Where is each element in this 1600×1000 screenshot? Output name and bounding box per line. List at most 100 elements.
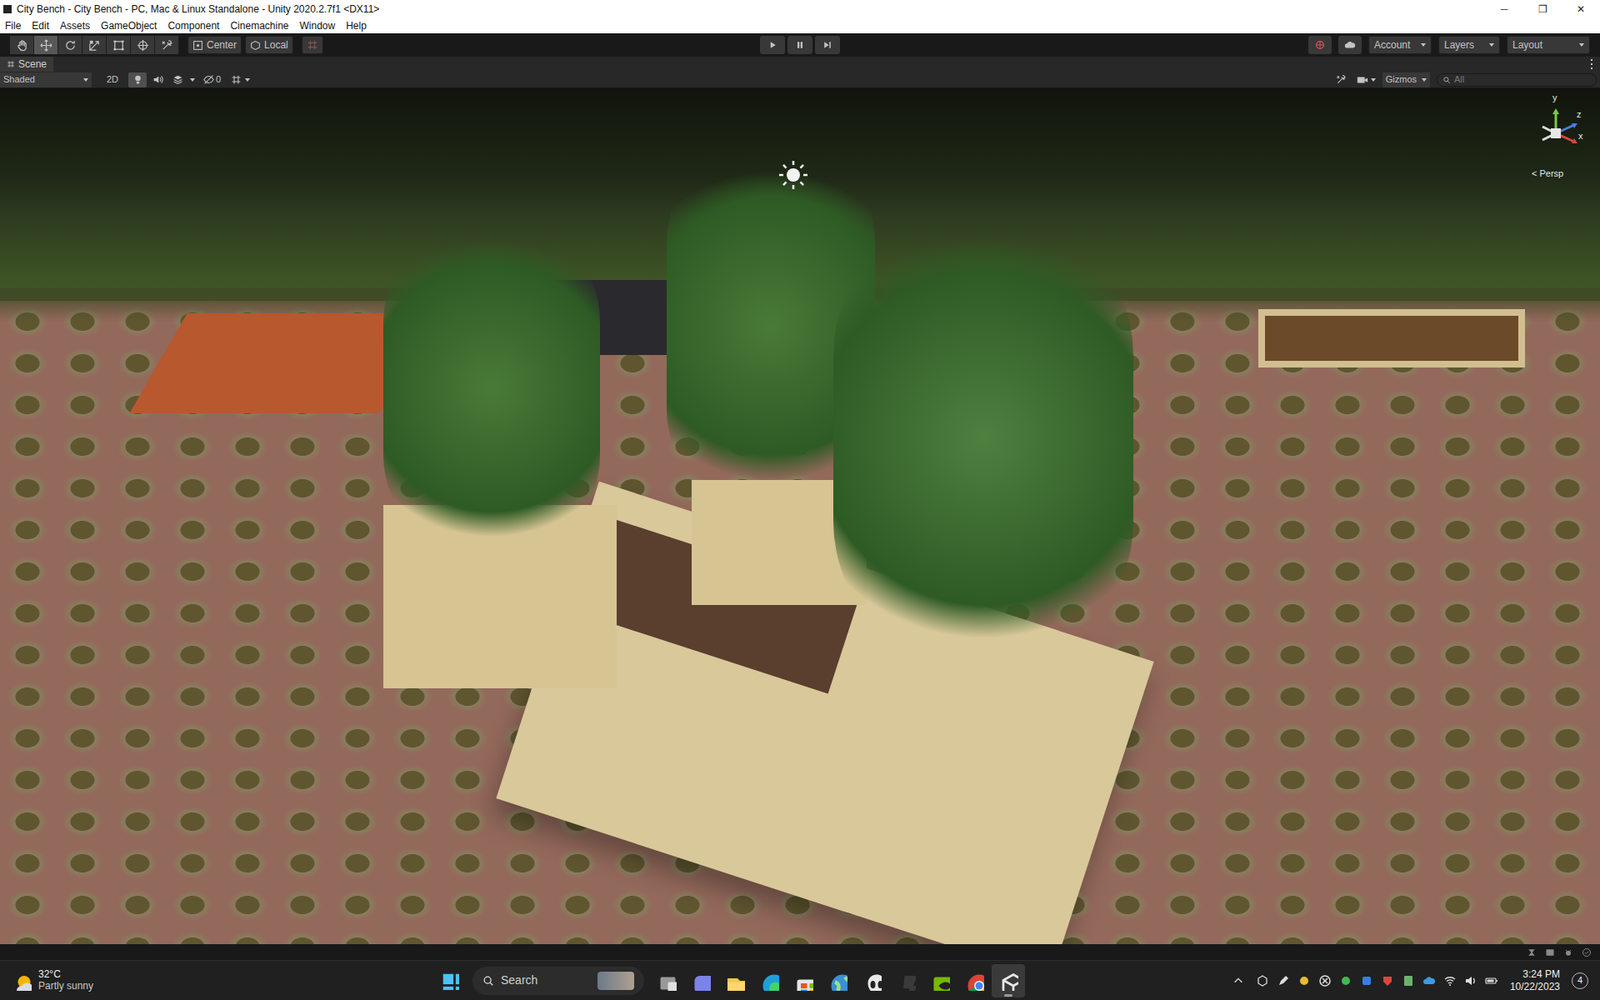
unity-app-button[interactable]: [991, 964, 1025, 998]
scene-viewport[interactable]: yzx< Persp: [0, 88, 1600, 945]
rect-tool-button[interactable]: [106, 35, 131, 55]
explorer-icon: [725, 970, 745, 991]
cloud-button[interactable]: [1338, 35, 1362, 55]
account-dropdown[interactable]: Account: [1368, 35, 1432, 55]
rotate-tool-button[interactable]: [58, 35, 83, 55]
weather-widget[interactable]: 32°CPartly sunny: [11, 969, 262, 993]
main-toolbar: CenterLocal Account Layers Layout: [0, 33, 1600, 57]
taskbar-right: 3:24 PM10/22/2023 4: [1196, 968, 1589, 993]
play-button[interactable]: [760, 35, 785, 55]
center-pivot-button[interactable]: Center: [187, 35, 242, 55]
camera-button[interactable]: [1356, 72, 1376, 88]
battery-tray-icon: [1485, 974, 1499, 988]
custom-tool-button[interactable]: [155, 35, 180, 55]
title-bar: City Bench - City Bench - PC, Mac & Linu…: [0, 0, 1600, 19]
hidden-objects-toggle[interactable]: 0: [203, 72, 221, 88]
start-button[interactable]: [433, 964, 467, 998]
weather-icon: [11, 970, 32, 991]
axis-label: x: [1578, 131, 1584, 141]
light-gizmo-icon: [775, 156, 812, 194]
step-icon: [822, 40, 833, 50]
store-app-button[interactable]: [786, 964, 820, 998]
tray-chevron-icon[interactable]: [1232, 975, 1245, 987]
notes-tray-icon: [1401, 974, 1415, 988]
tools-button[interactable]: [1333, 72, 1350, 88]
tab-menu-icon[interactable]: [1590, 59, 1594, 70]
pause-button[interactable]: [787, 35, 813, 55]
status-bar: [0, 944, 1600, 960]
menu-item[interactable]: Cinemachine: [230, 20, 289, 31]
camera-icon: [1356, 74, 1369, 86]
menu-item[interactable]: Component: [167, 20, 220, 31]
globe-icon: [827, 970, 848, 991]
teams-icon: [690, 970, 711, 991]
transform-tool-button[interactable]: [130, 35, 155, 55]
clock[interactable]: 3:24 PM10/22/2023: [1510, 968, 1560, 993]
ghost-app-button[interactable]: [855, 964, 889, 998]
minimize-button[interactable]: ─: [1485, 0, 1524, 19]
taskview-icon: [656, 970, 677, 991]
speaker-tray-icon: [1464, 974, 1478, 988]
menu-item[interactable]: Help: [345, 20, 367, 31]
scene-toolbar: Shaded 2D 0 Gizmos: [0, 71, 1600, 89]
menu-item[interactable]: GameObject: [100, 20, 157, 31]
store-icon: [793, 970, 814, 991]
taskbar: 32°CPartly sunny Search 3:24 PM10/22/2023 4: [0, 960, 1600, 1000]
dropdown-arrow-icon: [1421, 78, 1427, 82]
audio-icon: [152, 74, 164, 85]
menu-item[interactable]: Assets: [60, 20, 90, 31]
sand: [1265, 315, 1519, 361]
layout-dropdown[interactable]: Layout: [1506, 35, 1590, 55]
projection-label[interactable]: < Persp: [1531, 166, 1564, 181]
globe-app-button[interactable]: [820, 964, 855, 998]
lighting-toggle[interactable]: [128, 72, 147, 88]
step-button[interactable]: [815, 35, 840, 55]
hierarchy-search[interactable]: [1436, 73, 1597, 87]
teams-app-button[interactable]: [684, 964, 718, 998]
menu-item[interactable]: Window: [300, 20, 336, 31]
effects-toggle[interactable]: [168, 72, 187, 88]
grid-toggle[interactable]: [230, 72, 250, 88]
pen-tray-icon: [1276, 974, 1290, 988]
dropdown-arrow-icon: [1370, 78, 1376, 82]
taskview-app-button[interactable]: [650, 964, 684, 998]
close-button[interactable]: ✕: [1561, 0, 1600, 19]
taskbar-center: Search: [433, 964, 1025, 998]
2d-toggle[interactable]: 2D: [103, 72, 122, 88]
collab-icon: [1314, 39, 1326, 51]
gizmos-dropdown[interactable]: Gizmos: [1382, 72, 1430, 88]
shading-dropdown[interactable]: Shaded: [0, 72, 92, 88]
blue-tray-icon: [1360, 974, 1374, 988]
nvidia-app-button[interactable]: [923, 964, 957, 998]
debug-icon: [1563, 947, 1574, 958]
move-tool-button[interactable]: [34, 35, 59, 55]
layers-dropdown[interactable]: Layers: [1438, 35, 1500, 55]
local-pivot-button[interactable]: Local: [245, 35, 294, 55]
maximize-button[interactable]: ❐: [1523, 0, 1562, 19]
sandbox: [1258, 309, 1525, 368]
dropdown-arrow-icon: [190, 78, 195, 82]
grid-snap-button[interactable]: [301, 35, 324, 55]
scene-tab[interactable]: Scene: [0, 56, 54, 72]
playback-controls: [760, 35, 840, 55]
taskbar-search[interactable]: Search: [472, 966, 645, 995]
chrome-app-button[interactable]: [957, 964, 991, 998]
audio-toggle[interactable]: [148, 72, 167, 88]
collab-button[interactable]: [1308, 35, 1332, 55]
scene-gizmo[interactable]: yzx< Persp: [1526, 96, 1585, 189]
grid-icon: [230, 74, 242, 85]
scale-tool-button[interactable]: [82, 35, 107, 55]
effects-icon: [172, 74, 184, 85]
menu-item[interactable]: File: [5, 20, 21, 31]
ghost-icon: [861, 970, 882, 991]
dot: [1590, 59, 1593, 61]
notification-badge[interactable]: 4: [1571, 972, 1589, 990]
explorer-app-button[interactable]: [718, 964, 752, 998]
menu-item[interactable]: Edit: [31, 20, 50, 31]
tab-label: Scene: [18, 56, 47, 72]
dark-app-button[interactable]: [889, 964, 923, 998]
hand-tool-button[interactable]: [10, 35, 35, 55]
search-input[interactable]: [1454, 72, 1591, 87]
chrome-icon: [964, 970, 985, 991]
edge-app-button[interactable]: [752, 964, 786, 998]
